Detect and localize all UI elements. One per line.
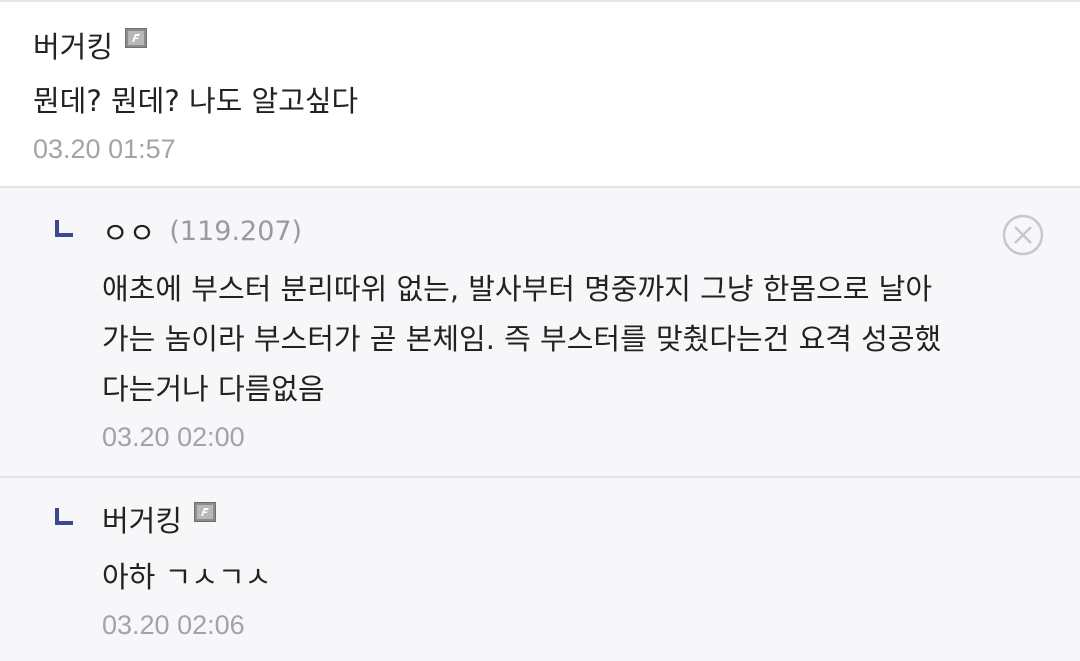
reply-arrow-icon — [55, 508, 75, 528]
delete-button[interactable] — [1002, 214, 1044, 256]
comment-list: 버거킹 뭔데? 뭔데? 나도 알고싶다 03.20 01:57 ㅇㅇ (119.… — [0, 0, 1080, 661]
fixed-nickname-icon — [125, 28, 148, 48]
nickname[interactable]: 버거킹 — [102, 498, 182, 540]
reply-date: 03.20 02:00 — [102, 422, 245, 452]
reply-item: 버거킹 아하 ㄱㅅㄱㅅ 03.20 02:06 — [0, 478, 1080, 661]
comment-item: 버거킹 뭔데? 뭔데? 나도 알고싶다 03.20 01:57 — [0, 2, 1080, 188]
reply-text-line: 가는 놈이라 부스터가 곧 본체임. 즉 부스터를 맞췄다는건 요격 성공했 — [102, 322, 942, 356]
comment-author: 버거킹 — [33, 24, 148, 66]
nickname[interactable]: 버거킹 — [33, 24, 113, 66]
reply-text: 아하 ㄱㅅㄱㅅ — [102, 560, 272, 594]
fixed-nickname-icon — [194, 502, 217, 522]
reply-author: ㅇㅇ (119.207) — [102, 210, 302, 252]
comment-date: 03.20 01:57 — [33, 134, 176, 164]
reply-item: ㅇㅇ (119.207) 애초에 부스터 분리따위 없는, 발사부터 명중까지 … — [0, 188, 1080, 478]
reply-arrow-icon — [55, 220, 75, 240]
reply-text-line: 애초에 부스터 분리따위 없는, 발사부터 명중까지 그냥 한몸으로 날아 — [102, 272, 933, 306]
close-circle-icon — [1002, 214, 1044, 256]
reply-date: 03.20 02:06 — [102, 610, 245, 640]
comment-text: 뭔데? 뭔데? 나도 알고싶다 — [33, 84, 359, 118]
reply-text-line: 다는거나 다름없음 — [102, 372, 325, 406]
reply-text: 애초에 부스터 분리따위 없는, 발사부터 명중까지 그냥 한몸으로 날아 가는… — [102, 264, 941, 414]
nickname[interactable]: ㅇㅇ — [102, 210, 155, 252]
reply-author: 버거킹 — [102, 498, 217, 540]
ip-address: (119.207) — [169, 215, 303, 247]
